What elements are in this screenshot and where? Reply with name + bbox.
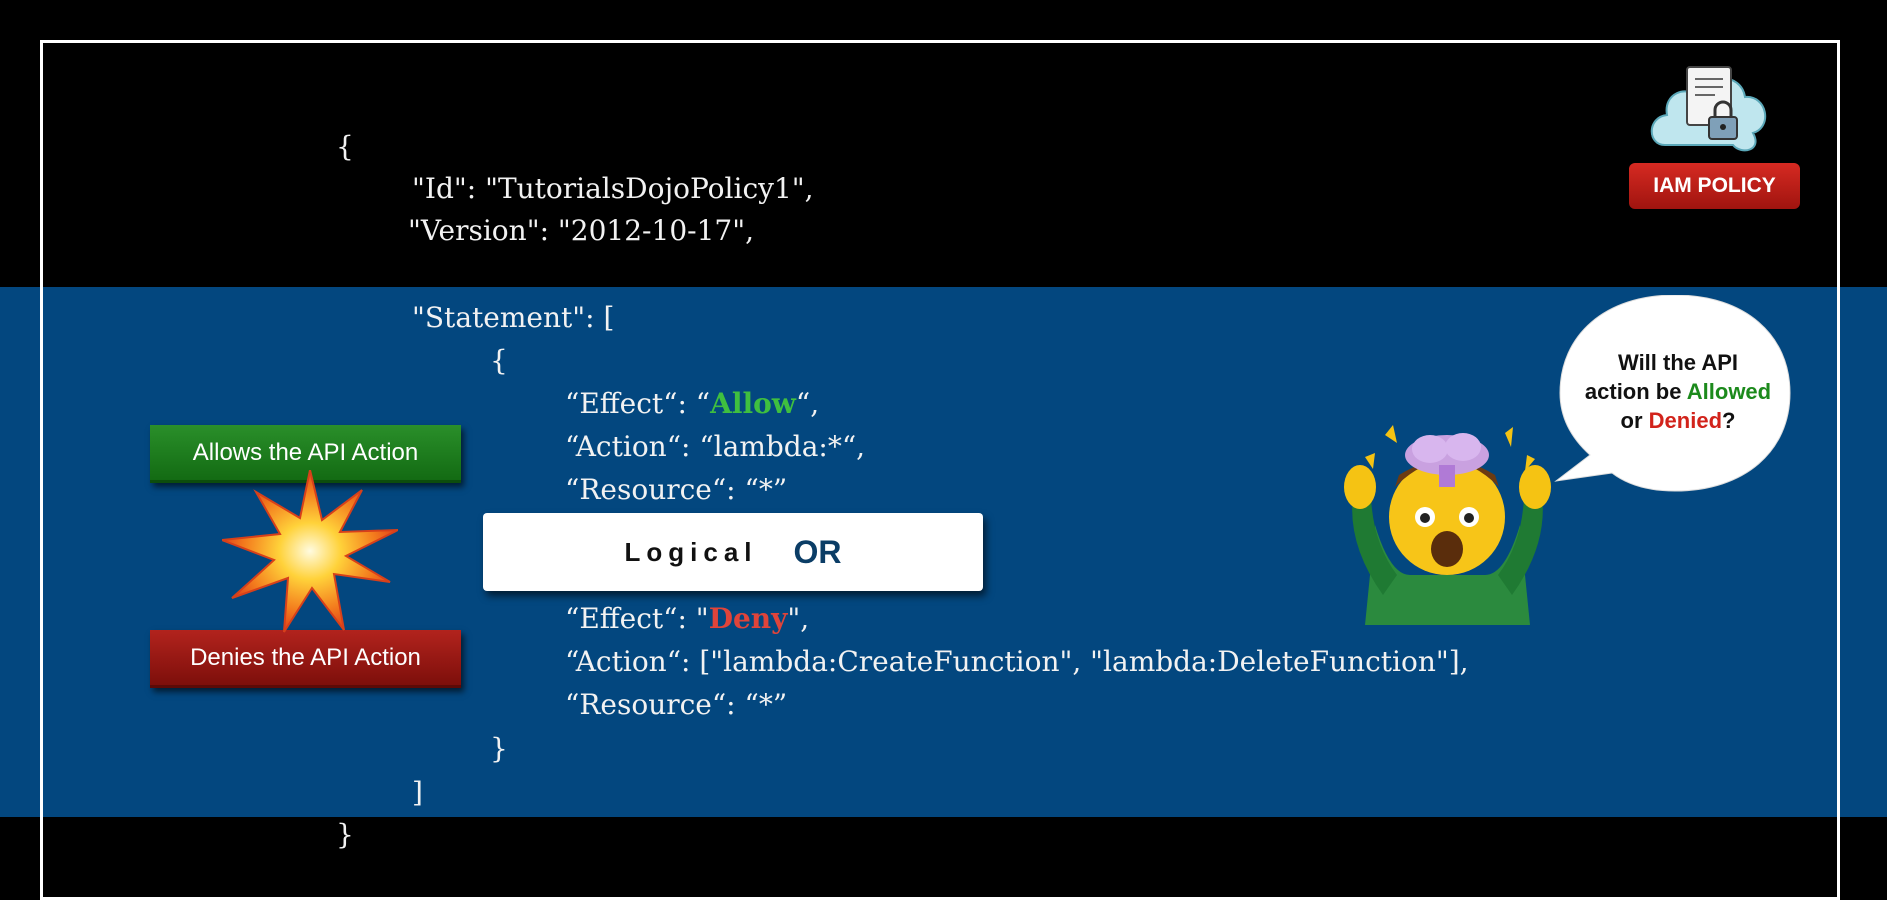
code-statement-line: "Statement": [ [412, 301, 615, 334]
or-label: OR [793, 533, 842, 570]
logical-label: Logical [624, 536, 758, 567]
code-statement1-open: { [490, 344, 508, 377]
code-allow-resource: “Resource“: “*” [565, 473, 788, 506]
mind-blown-person-icon [1344, 425, 1551, 625]
code-id-line: "Id": "TutorialsDojoPolicy1", [412, 172, 814, 205]
iam-policy-badge: IAM POLICY [1629, 163, 1800, 209]
code-array-close: ] [412, 776, 423, 809]
code-deny-resource: “Resource“: “*” [565, 688, 788, 721]
allow-effect-value: Allow [710, 387, 796, 420]
logical-or-box: Logical OR [483, 513, 983, 591]
bubble-question: Will the API action be Allowed or Denied… [1584, 350, 1772, 433]
explosion-icon [222, 470, 398, 633]
code-version-line: "Version": "2012-10-17", [408, 214, 755, 247]
code-close-brace: } [336, 818, 354, 851]
code-allow-effect: “Effect“: “Allow“, [565, 387, 820, 420]
denies-api-action-label: Denies the API Action [150, 630, 461, 688]
code-deny-effect: “Effect“: "Deny", [565, 602, 810, 635]
code-statement2-close: } [490, 732, 508, 765]
code-deny-action: “Action“: ["lambda:CreateFunction", "lam… [565, 645, 1469, 678]
deny-effect-value: Deny [708, 602, 788, 635]
code-open-brace: { [336, 130, 354, 163]
code-allow-action: “Action“: “lambda:*“, [565, 430, 866, 463]
allowed-word: Allowed [1686, 379, 1772, 404]
denied-word: Denied [1648, 408, 1723, 433]
cloud-document-lock-icon [1650, 66, 1767, 152]
